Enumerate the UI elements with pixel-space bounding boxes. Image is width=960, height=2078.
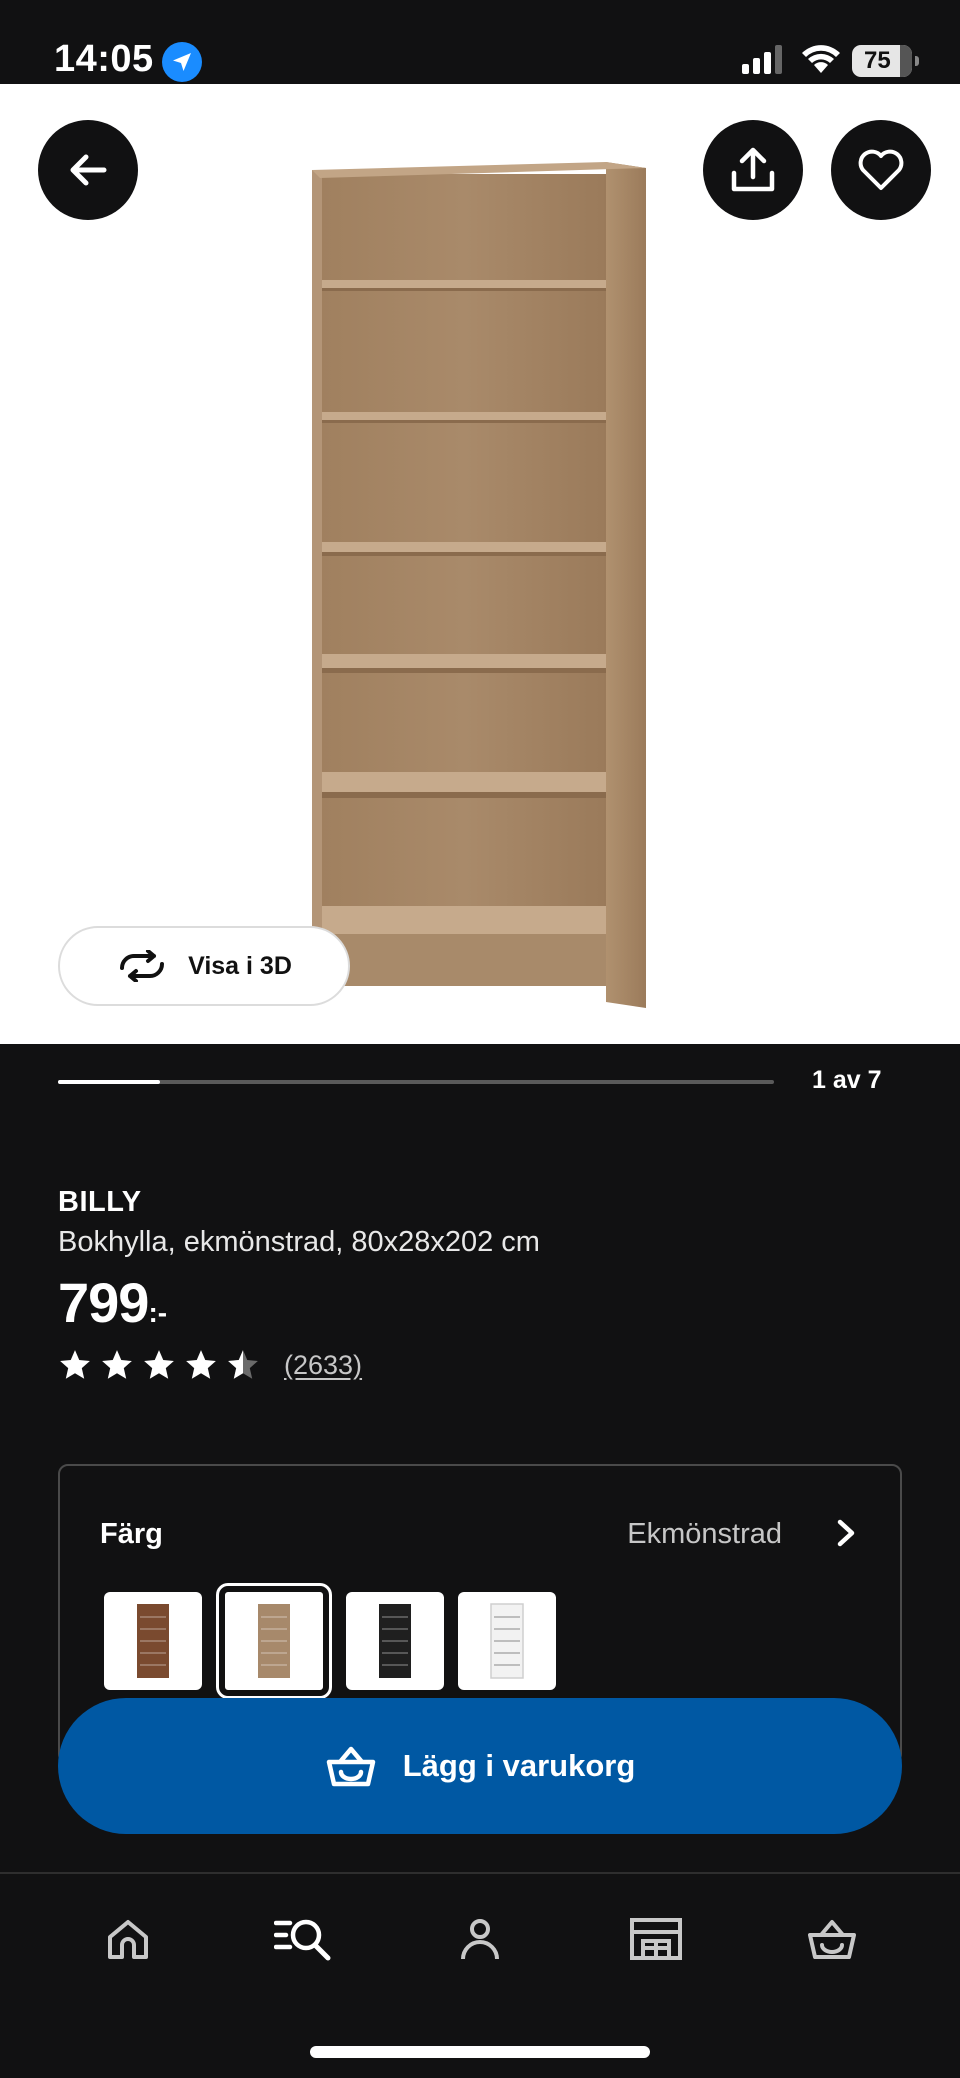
star-full-icon <box>186 1350 216 1379</box>
share-icon <box>731 147 775 192</box>
nav-home[interactable] <box>88 1899 168 1979</box>
nav-store[interactable] <box>616 1899 696 1979</box>
product-description: Bokhylla, ekmönstrad, 80x28x202 cm <box>58 1226 540 1258</box>
color-swatch-white[interactable] <box>458 1592 556 1690</box>
location-arrow-icon <box>162 42 202 82</box>
product-rating[interactable]: (2633) <box>58 1348 362 1382</box>
color-label: Färg <box>100 1518 163 1550</box>
favorite-button[interactable] <box>831 120 931 220</box>
heart-icon <box>858 149 904 190</box>
back-button[interactable] <box>38 120 138 220</box>
nav-cart[interactable] <box>792 1899 872 1979</box>
product-name: BILLY <box>58 1186 142 1218</box>
status-time: 14:05 <box>54 38 154 80</box>
chevron-right-icon[interactable] <box>828 1516 862 1550</box>
rotate-3d-icon <box>120 950 165 982</box>
product-image-gallery[interactable]: Visa i 3D <box>0 84 960 1044</box>
price-value: 799 <box>58 1271 149 1334</box>
home-indicator <box>310 2046 650 2058</box>
color-swatch-brown[interactable] <box>104 1592 202 1690</box>
bookcase-thumbnail-icon <box>490 1603 524 1679</box>
bookcase-thumbnail-icon <box>258 1604 290 1678</box>
battery-icon: 75 <box>852 45 919 77</box>
battery-level: 75 <box>864 47 891 74</box>
color-swatches <box>104 1583 556 1699</box>
color-swatch-oak[interactable] <box>216 1583 332 1699</box>
profile-icon <box>461 1919 499 1960</box>
color-swatch-black[interactable] <box>346 1592 444 1690</box>
bookcase-thumbnail-icon <box>379 1604 411 1678</box>
status-bar: 14:05 75 <box>0 0 960 84</box>
home-icon <box>108 1920 148 1959</box>
price-suffix: :- <box>148 1297 168 1328</box>
star-half-icon <box>228 1350 258 1379</box>
color-selected-value: Ekmönstrad <box>627 1518 782 1550</box>
gallery-counter: 1 av 7 <box>812 1066 882 1094</box>
star-full-icon <box>60 1350 90 1379</box>
product-price: 799:- <box>58 1270 167 1335</box>
nav-search[interactable] <box>264 1899 344 1979</box>
arrow-left-icon <box>70 154 107 186</box>
nav-profile[interactable] <box>440 1899 520 1979</box>
bookcase-thumbnail-icon <box>137 1604 169 1678</box>
search-icon <box>274 1919 331 1961</box>
review-count-link[interactable]: (2633) <box>284 1350 362 1381</box>
wifi-icon <box>802 45 840 73</box>
bottom-nav <box>0 1874 960 2004</box>
share-button[interactable] <box>703 120 803 220</box>
view-3d-button[interactable]: Visa i 3D <box>58 926 350 1006</box>
cart-icon <box>808 1920 856 1959</box>
store-icon <box>630 1918 682 1960</box>
basket-icon <box>326 1746 375 1787</box>
cellular-signal-icon <box>742 45 782 74</box>
product-image <box>312 162 646 1008</box>
star-full-icon <box>102 1350 132 1379</box>
star-full-icon <box>144 1350 174 1379</box>
add-to-cart-button[interactable]: Lägg i varukorg <box>58 1698 902 1834</box>
gallery-progress-fill <box>58 1080 161 1084</box>
gallery-progress-bar <box>58 1080 774 1084</box>
view-3d-label: Visa i 3D <box>188 951 292 980</box>
add-to-cart-label: Lägg i varukorg <box>402 1748 636 1783</box>
